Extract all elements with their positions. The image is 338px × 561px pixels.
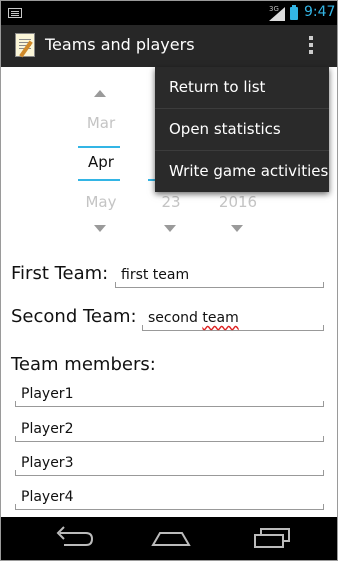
app-title: Teams and players — [45, 35, 195, 54]
player-name: Player3 — [21, 455, 74, 471]
battery-icon — [290, 5, 298, 20]
home-icon[interactable] — [145, 523, 195, 553]
player-field-1[interactable]: Player1 — [15, 383, 324, 407]
year-decrement-icon[interactable] — [231, 225, 243, 232]
menu-item-return-to-list[interactable]: Return to list — [155, 67, 329, 109]
first-team-value: first team — [121, 267, 190, 283]
menu-item-label: Write game activities — [169, 162, 329, 180]
month-decrement-icon[interactable] — [94, 225, 106, 232]
month-current[interactable]: Apr — [78, 153, 124, 171]
month-prev[interactable]: Mar — [78, 114, 124, 132]
overflow-menu: Return to list Open statistics Write gam… — [155, 67, 329, 192]
menu-item-open-statistics[interactable]: Open statistics — [155, 109, 329, 151]
menu-item-label: Return to list — [169, 78, 266, 96]
month-increment-icon[interactable] — [94, 90, 106, 97]
second-team-value: second team — [148, 310, 239, 326]
player-name: Player4 — [21, 489, 74, 505]
menu-item-label: Open statistics — [169, 120, 281, 138]
notepad-icon[interactable] — [15, 33, 35, 57]
action-bar: Teams and players — [1, 25, 337, 67]
player-field-2[interactable]: Player2 — [15, 418, 324, 442]
player-name: Player1 — [21, 386, 74, 402]
day-next[interactable]: 23 — [148, 193, 194, 211]
player-name: Player2 — [21, 421, 74, 437]
team-members-label: Team members: — [11, 354, 156, 375]
second-team-field[interactable]: second team — [142, 307, 324, 331]
player-field-4[interactable]: Player4 — [15, 486, 324, 510]
back-icon[interactable] — [46, 523, 96, 553]
status-clock: 9:47 — [304, 4, 336, 20]
overflow-menu-icon[interactable] — [303, 34, 319, 58]
first-team-field[interactable]: first team — [115, 264, 324, 288]
player-field-3[interactable]: Player3 — [15, 452, 324, 476]
menu-item-write-game-activities[interactable]: Write game activities — [155, 151, 329, 193]
recent-apps-icon[interactable] — [247, 523, 297, 553]
notification-icon — [8, 8, 22, 18]
second-team-label: Second Team: — [11, 306, 137, 327]
month-next[interactable]: May — [78, 193, 124, 211]
picker-divider — [78, 146, 120, 148]
first-team-label: First Team: — [11, 263, 109, 284]
navigation-bar — [1, 517, 337, 560]
day-decrement-icon[interactable] — [164, 225, 176, 232]
year-next[interactable]: 2016 — [215, 193, 261, 211]
second-team-word-2: team — [202, 310, 239, 326]
second-team-word-1: second — [148, 310, 198, 326]
picker-divider — [78, 179, 120, 181]
status-bar: 3G 9:47 — [1, 1, 337, 25]
signal-icon — [269, 7, 285, 21]
